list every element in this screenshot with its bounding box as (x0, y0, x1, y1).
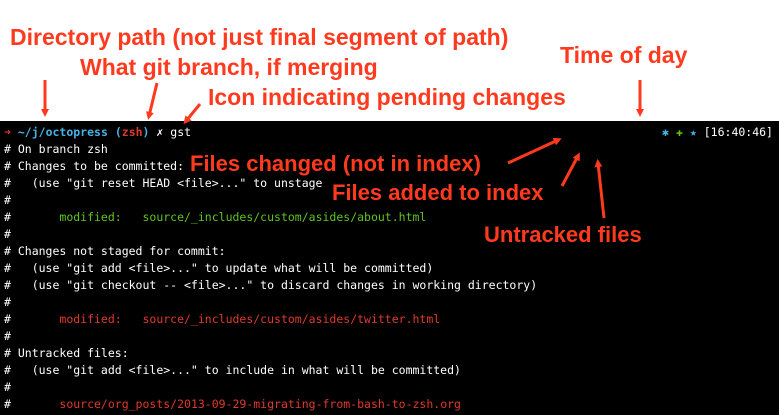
unstaged-label: modified: (59, 312, 143, 326)
annotation-time-of-day: Time of day (560, 42, 688, 68)
output-line: # (4, 227, 11, 241)
prompt-path: ~/j/octopress (17, 125, 108, 139)
staged-file: source/_includes/custom/asides/about.htm… (142, 210, 427, 224)
output-line: # (use "git reset HEAD <file>..." to uns… (4, 176, 323, 190)
untracked-file: source/org_posts/2013-09-29-migrating-fr… (59, 397, 461, 411)
changed-status-icon: ✱ (662, 125, 670, 139)
time-of-day: [16:40:46] (703, 125, 773, 139)
unstaged-file: source/_includes/custom/asides/twitter.h… (142, 312, 441, 326)
staged-label: modified: (59, 210, 143, 224)
output-line: # (4, 295, 11, 309)
annotation-files-changed: Files changed (not in index) (190, 151, 481, 176)
prompt-line: ➜ ~/j/octopress (zsh) ✗ gst (4, 125, 191, 139)
staged-file-line: # modified: source/_includes/custom/asid… (4, 210, 426, 224)
output-line: # (4, 329, 11, 343)
prompt-branch: zsh (121, 125, 143, 139)
arrow-pending-icon (183, 103, 202, 125)
output-line: # On branch zsh (4, 142, 108, 156)
output-line: # Changes to be committed: (4, 159, 185, 173)
branch-close-paren: ) (142, 125, 150, 139)
output-line: # Changes not staged for commit: (4, 244, 226, 258)
arrow-git-branch (146, 82, 159, 120)
untracked-status-icon: ★ (689, 125, 697, 139)
annotation-directory-path: Directory path (not just final segment o… (10, 24, 509, 50)
line-prefix: # (4, 312, 60, 326)
output-line: # (4, 193, 11, 207)
annotation-pending-icon: Icon indicating pending changes (208, 84, 566, 110)
annotation-untracked: Untracked files (484, 222, 642, 247)
output-line: # (use "git checkout -- <file>..." to di… (4, 278, 538, 292)
prompt-arrow-icon: ➜ (4, 125, 11, 139)
branch-open-paren: ( (114, 125, 122, 139)
annotation-git-branch: What git branch, if merging (80, 54, 378, 80)
untracked-file-line: # source/org_posts/2013-09-29-migrating-… (4, 397, 461, 411)
right-prompt: ✱ ✚ ★ [16:40:46] (662, 125, 773, 139)
added-status-icon: ✚ (676, 125, 683, 139)
output-line: # Untracked files: (4, 346, 129, 360)
output-line: # (use "git add <file>..." to update wha… (4, 261, 434, 275)
output-line: # (4, 380, 11, 394)
output-line: # (use "git add <file>..." to include in… (4, 363, 461, 377)
unstaged-file-line: # modified: source/_includes/custom/asid… (4, 312, 440, 326)
annotation-files-added: Files added to index (332, 180, 544, 205)
line-prefix: # (4, 210, 60, 224)
dirty-icon: ✗ (156, 125, 164, 139)
line-prefix: # (4, 397, 60, 411)
prompt-command: gst (170, 125, 192, 139)
